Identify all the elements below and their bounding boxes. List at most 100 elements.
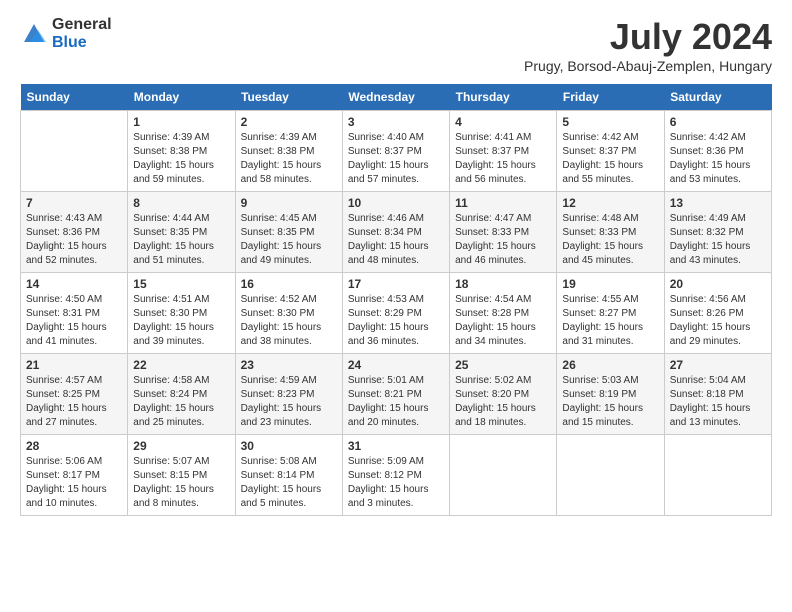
day-number: 27 (670, 358, 766, 372)
page-header: General Blue July 2024 Prugy, Borsod-Aba… (20, 16, 772, 74)
calendar-cell: 28 Sunrise: 5:06 AMSunset: 8:17 PMDayligh… (21, 435, 128, 516)
day-number: 29 (133, 439, 229, 453)
day-info: Sunrise: 5:07 AMSunset: 8:15 PMDaylight:… (133, 455, 229, 511)
day-info: Sunrise: 4:40 AMSunset: 8:37 PMDaylight:… (348, 131, 444, 187)
month-title: July 2024 (524, 16, 772, 58)
day-info: Sunrise: 5:08 AMSunset: 8:14 PMDaylight:… (241, 455, 337, 511)
day-number: 26 (562, 358, 658, 372)
day-info: Sunrise: 5:06 AMSunset: 8:17 PMDaylight:… (26, 455, 122, 511)
day-info: Sunrise: 4:42 AMSunset: 8:37 PMDaylight:… (562, 131, 658, 187)
calendar-cell: 19 Sunrise: 4:55 AMSunset: 8:27 PMDayligh… (557, 273, 664, 354)
day-info: Sunrise: 4:50 AMSunset: 8:31 PMDaylight:… (26, 293, 122, 349)
calendar-cell: 17 Sunrise: 4:53 AMSunset: 8:29 PMDayligh… (342, 273, 449, 354)
day-info: Sunrise: 4:55 AMSunset: 8:27 PMDaylight:… (562, 293, 658, 349)
day-info: Sunrise: 4:51 AMSunset: 8:30 PMDaylight:… (133, 293, 229, 349)
calendar-cell (664, 435, 771, 516)
day-number: 8 (133, 196, 229, 210)
day-number: 9 (241, 196, 337, 210)
day-info: Sunrise: 4:46 AMSunset: 8:34 PMDaylight:… (348, 212, 444, 268)
logo-icon (20, 20, 48, 48)
day-number: 1 (133, 115, 229, 129)
day-number: 11 (455, 196, 551, 210)
calendar-cell: 29 Sunrise: 5:07 AMSunset: 8:15 PMDayligh… (128, 435, 235, 516)
calendar-cell: 16Sunrise: 4:52 AMSunset: 8:30 PMDayligh… (235, 273, 342, 354)
calendar-cell: 3 Sunrise: 4:40 AMSunset: 8:37 PMDaylight… (342, 111, 449, 192)
day-info: Sunrise: 4:54 AMSunset: 8:28 PMDaylight:… (455, 293, 551, 349)
day-number: 5 (562, 115, 658, 129)
day-info: Sunrise: 4:49 AMSunset: 8:32 PMDaylight:… (670, 212, 766, 268)
day-number: 13 (670, 196, 766, 210)
calendar-cell (450, 435, 557, 516)
calendar-cell: 21Sunrise: 4:57 AMSunset: 8:25 PMDayligh… (21, 354, 128, 435)
calendar-cell: 18 Sunrise: 4:54 AMSunset: 8:28 PMDayligh… (450, 273, 557, 354)
calendar-week-row: 21Sunrise: 4:57 AMSunset: 8:25 PMDayligh… (21, 354, 772, 435)
day-number: 18 (455, 277, 551, 291)
day-info: Sunrise: 4:53 AMSunset: 8:29 PMDaylight:… (348, 293, 444, 349)
calendar-header-row: SundayMondayTuesdayWednesdayThursdayFrid… (21, 84, 772, 111)
day-number: 7 (26, 196, 122, 210)
calendar-cell: 12 Sunrise: 4:48 AMSunset: 8:33 PMDayligh… (557, 192, 664, 273)
day-info: Sunrise: 5:01 AMSunset: 8:21 PMDaylight:… (348, 374, 444, 430)
day-header-tuesday: Tuesday (235, 84, 342, 111)
calendar-cell: 2Sunrise: 4:39 AMSunset: 8:38 PMDaylight… (235, 111, 342, 192)
calendar-cell (557, 435, 664, 516)
day-info: Sunrise: 4:45 AMSunset: 8:35 PMDaylight:… (241, 212, 337, 268)
calendar-week-row: 14 Sunrise: 4:50 AMSunset: 8:31 PMDayligh… (21, 273, 772, 354)
day-info: Sunrise: 5:04 AMSunset: 8:18 PMDaylight:… (670, 374, 766, 430)
day-number: 21 (26, 358, 122, 372)
calendar-cell: 25Sunrise: 5:02 AMSunset: 8:20 PMDayligh… (450, 354, 557, 435)
day-number: 14 (26, 277, 122, 291)
day-info: Sunrise: 4:41 AMSunset: 8:37 PMDaylight:… (455, 131, 551, 187)
day-info: Sunrise: 4:42 AMSunset: 8:36 PMDaylight:… (670, 131, 766, 187)
day-number: 17 (348, 277, 444, 291)
logo: General Blue (20, 16, 112, 51)
day-header-sunday: Sunday (21, 84, 128, 111)
calendar-cell: 13 Sunrise: 4:49 AMSunset: 8:32 PMDayligh… (664, 192, 771, 273)
day-number: 20 (670, 277, 766, 291)
calendar-cell: 11 Sunrise: 4:47 AMSunset: 8:33 PMDayligh… (450, 192, 557, 273)
calendar-week-row: 1 Sunrise: 4:39 AMSunset: 8:38 PMDaylight… (21, 111, 772, 192)
calendar-cell: 8 Sunrise: 4:44 AMSunset: 8:35 PMDaylight… (128, 192, 235, 273)
calendar-cell: 26 Sunrise: 5:03 AMSunset: 8:19 PMDayligh… (557, 354, 664, 435)
calendar-cell: 24Sunrise: 5:01 AMSunset: 8:21 PMDayligh… (342, 354, 449, 435)
calendar-cell: 9 Sunrise: 4:45 AMSunset: 8:35 PMDaylight… (235, 192, 342, 273)
calendar-table: SundayMondayTuesdayWednesdayThursdayFrid… (20, 84, 772, 516)
day-info: Sunrise: 4:43 AMSunset: 8:36 PMDaylight:… (26, 212, 122, 268)
calendar-week-row: 28 Sunrise: 5:06 AMSunset: 8:17 PMDayligh… (21, 435, 772, 516)
day-header-friday: Friday (557, 84, 664, 111)
day-number: 30 (241, 439, 337, 453)
logo-blue-text: Blue (52, 34, 112, 52)
day-number: 28 (26, 439, 122, 453)
calendar-cell: 20Sunrise: 4:56 AMSunset: 8:26 PMDayligh… (664, 273, 771, 354)
calendar-cell: 6 Sunrise: 4:42 AMSunset: 8:36 PMDaylight… (664, 111, 771, 192)
calendar-week-row: 7 Sunrise: 4:43 AMSunset: 8:36 PMDaylight… (21, 192, 772, 273)
day-number: 3 (348, 115, 444, 129)
day-number: 15 (133, 277, 229, 291)
day-info: Sunrise: 4:48 AMSunset: 8:33 PMDaylight:… (562, 212, 658, 268)
day-header-wednesday: Wednesday (342, 84, 449, 111)
day-info: Sunrise: 5:03 AMSunset: 8:19 PMDaylight:… (562, 374, 658, 430)
day-number: 22 (133, 358, 229, 372)
calendar-cell: 22Sunrise: 4:58 AMSunset: 8:24 PMDayligh… (128, 354, 235, 435)
day-number: 2 (241, 115, 337, 129)
calendar-cell: 1 Sunrise: 4:39 AMSunset: 8:38 PMDaylight… (128, 111, 235, 192)
calendar-cell: 15 Sunrise: 4:51 AMSunset: 8:30 PMDayligh… (128, 273, 235, 354)
calendar-cell: 31Sunrise: 5:09 AMSunset: 8:12 PMDayligh… (342, 435, 449, 516)
day-number: 4 (455, 115, 551, 129)
day-info: Sunrise: 4:44 AMSunset: 8:35 PMDaylight:… (133, 212, 229, 268)
day-info: Sunrise: 4:59 AMSunset: 8:23 PMDaylight:… (241, 374, 337, 430)
day-number: 23 (241, 358, 337, 372)
day-number: 12 (562, 196, 658, 210)
location-subtitle: Prugy, Borsod-Abauj-Zemplen, Hungary (524, 58, 772, 74)
title-area: July 2024 Prugy, Borsod-Abauj-Zemplen, H… (524, 16, 772, 74)
day-header-thursday: Thursday (450, 84, 557, 111)
day-info: Sunrise: 4:52 AMSunset: 8:30 PMDaylight:… (241, 293, 337, 349)
calendar-cell: 10 Sunrise: 4:46 AMSunset: 8:34 PMDayligh… (342, 192, 449, 273)
day-number: 10 (348, 196, 444, 210)
day-info: Sunrise: 4:47 AMSunset: 8:33 PMDaylight:… (455, 212, 551, 268)
day-info: Sunrise: 5:09 AMSunset: 8:12 PMDaylight:… (348, 455, 444, 511)
day-number: 19 (562, 277, 658, 291)
day-number: 6 (670, 115, 766, 129)
day-info: Sunrise: 4:39 AMSunset: 8:38 PMDaylight:… (133, 131, 229, 187)
calendar-cell: 27 Sunrise: 5:04 AMSunset: 8:18 PMDayligh… (664, 354, 771, 435)
